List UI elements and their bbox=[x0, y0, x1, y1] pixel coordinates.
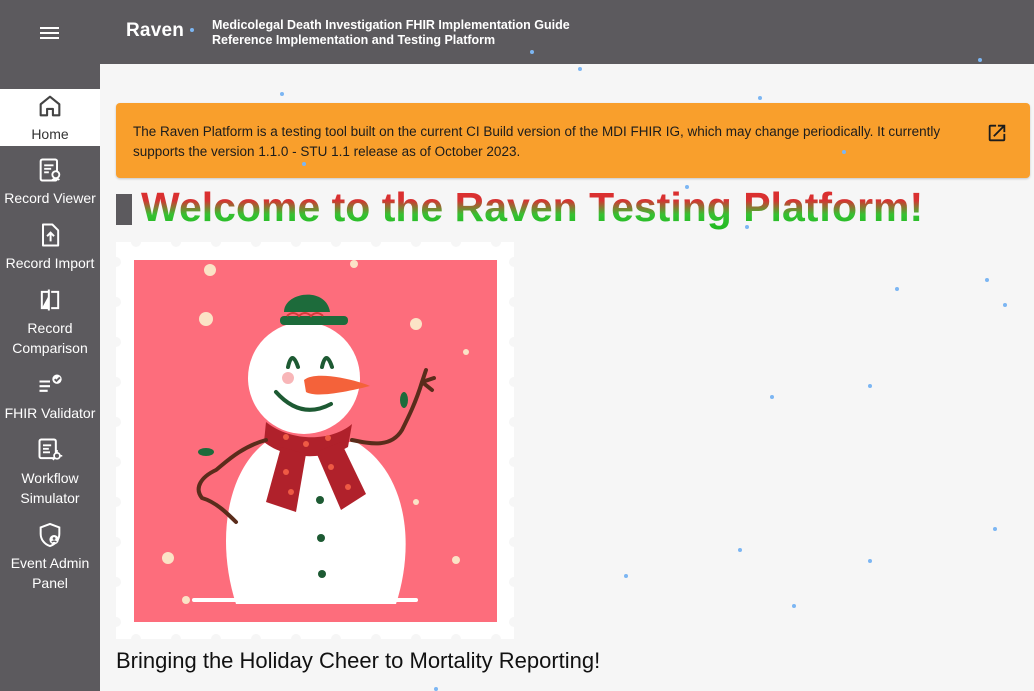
sidebar-item-record-comparison[interactable]: Record Comparison bbox=[0, 286, 100, 361]
upload-file-icon bbox=[42, 223, 60, 247]
app-subtitle: Medicolegal Death Investigation FHIR Imp… bbox=[212, 18, 570, 48]
sidebar-item-workflow-simulator[interactable]: Workflow Simulator bbox=[0, 436, 100, 511]
home-icon bbox=[39, 95, 61, 117]
workflow-icon bbox=[38, 438, 63, 461]
holiday-tagline: Bringing the Holiday Cheer to Mortality … bbox=[116, 648, 601, 673]
top-app-bar: Raven Medicolegal Death Investigation FH… bbox=[0, 0, 1034, 64]
sidebar-item-label: Event Admin Panel bbox=[10, 555, 90, 591]
sidebar-nav: Home Record Viewer Record Import Record … bbox=[0, 64, 100, 691]
sidebar-item-record-import[interactable]: Record Import bbox=[0, 221, 100, 276]
sidebar-item-home[interactable]: Home bbox=[0, 89, 100, 146]
open-in-new-icon[interactable] bbox=[986, 122, 1008, 144]
sidebar-item-label: Home bbox=[31, 126, 69, 142]
info-banner: The Raven Platform is a testing tool bui… bbox=[116, 103, 1030, 178]
record-viewer-icon bbox=[39, 158, 61, 182]
subtitle-line-1: Medicolegal Death Investigation FHIR Imp… bbox=[212, 18, 570, 32]
page-title: Welcome to the Raven Testing Platform! bbox=[141, 184, 924, 230]
sidebar-item-label: Record Comparison bbox=[12, 320, 88, 356]
admin-shield-icon bbox=[39, 522, 61, 548]
checklist-icon bbox=[39, 374, 62, 392]
sidebar-item-label: FHIR Validator bbox=[4, 405, 96, 421]
sidebar-item-label: Workflow Simulator bbox=[20, 470, 80, 506]
compare-icon bbox=[40, 289, 60, 311]
app-brand[interactable]: Raven bbox=[126, 20, 184, 42]
sidebar-item-label: Record Import bbox=[5, 255, 95, 271]
menu-icon[interactable] bbox=[30, 20, 70, 46]
sidebar-item-label: Record Viewer bbox=[4, 190, 96, 206]
subtitle-line-2: Reference Implementation and Testing Pla… bbox=[212, 33, 496, 47]
sidebar-item-record-viewer[interactable]: Record Viewer bbox=[0, 156, 100, 211]
sidebar-item-event-admin-panel[interactable]: Event Admin Panel bbox=[0, 521, 100, 596]
snowman-stamp-illustration bbox=[116, 242, 514, 639]
heading-accent-bar bbox=[116, 194, 132, 225]
banner-text: The Raven Platform is a testing tool bui… bbox=[133, 124, 941, 159]
sidebar-item-fhir-validator[interactable]: FHIR Validator bbox=[0, 371, 100, 426]
